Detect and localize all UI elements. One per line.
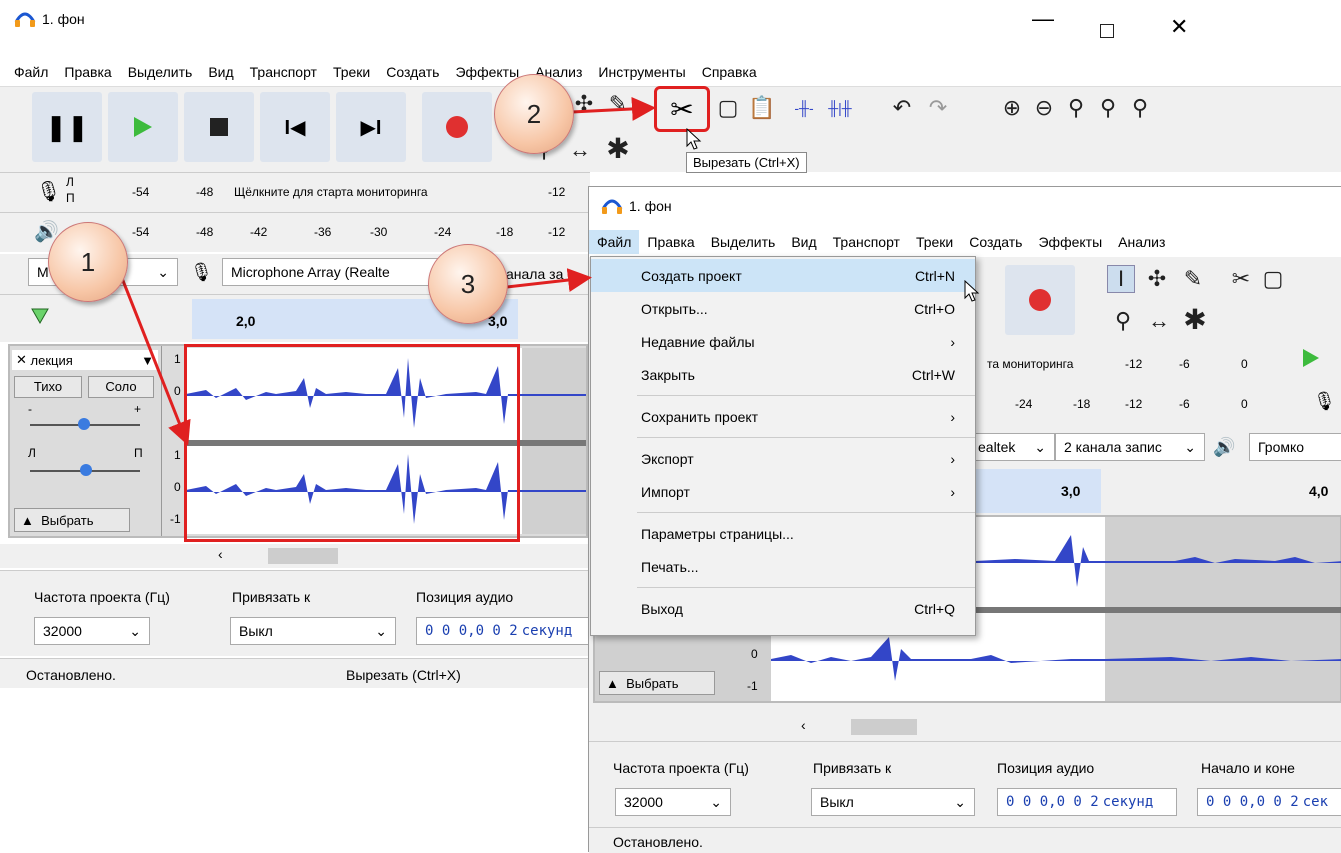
callout-3: 3 [428, 244, 508, 324]
callout-2: 2 [494, 74, 574, 154]
callout-1: 1 [48, 222, 128, 302]
annotation-arrows [116, 96, 656, 446]
